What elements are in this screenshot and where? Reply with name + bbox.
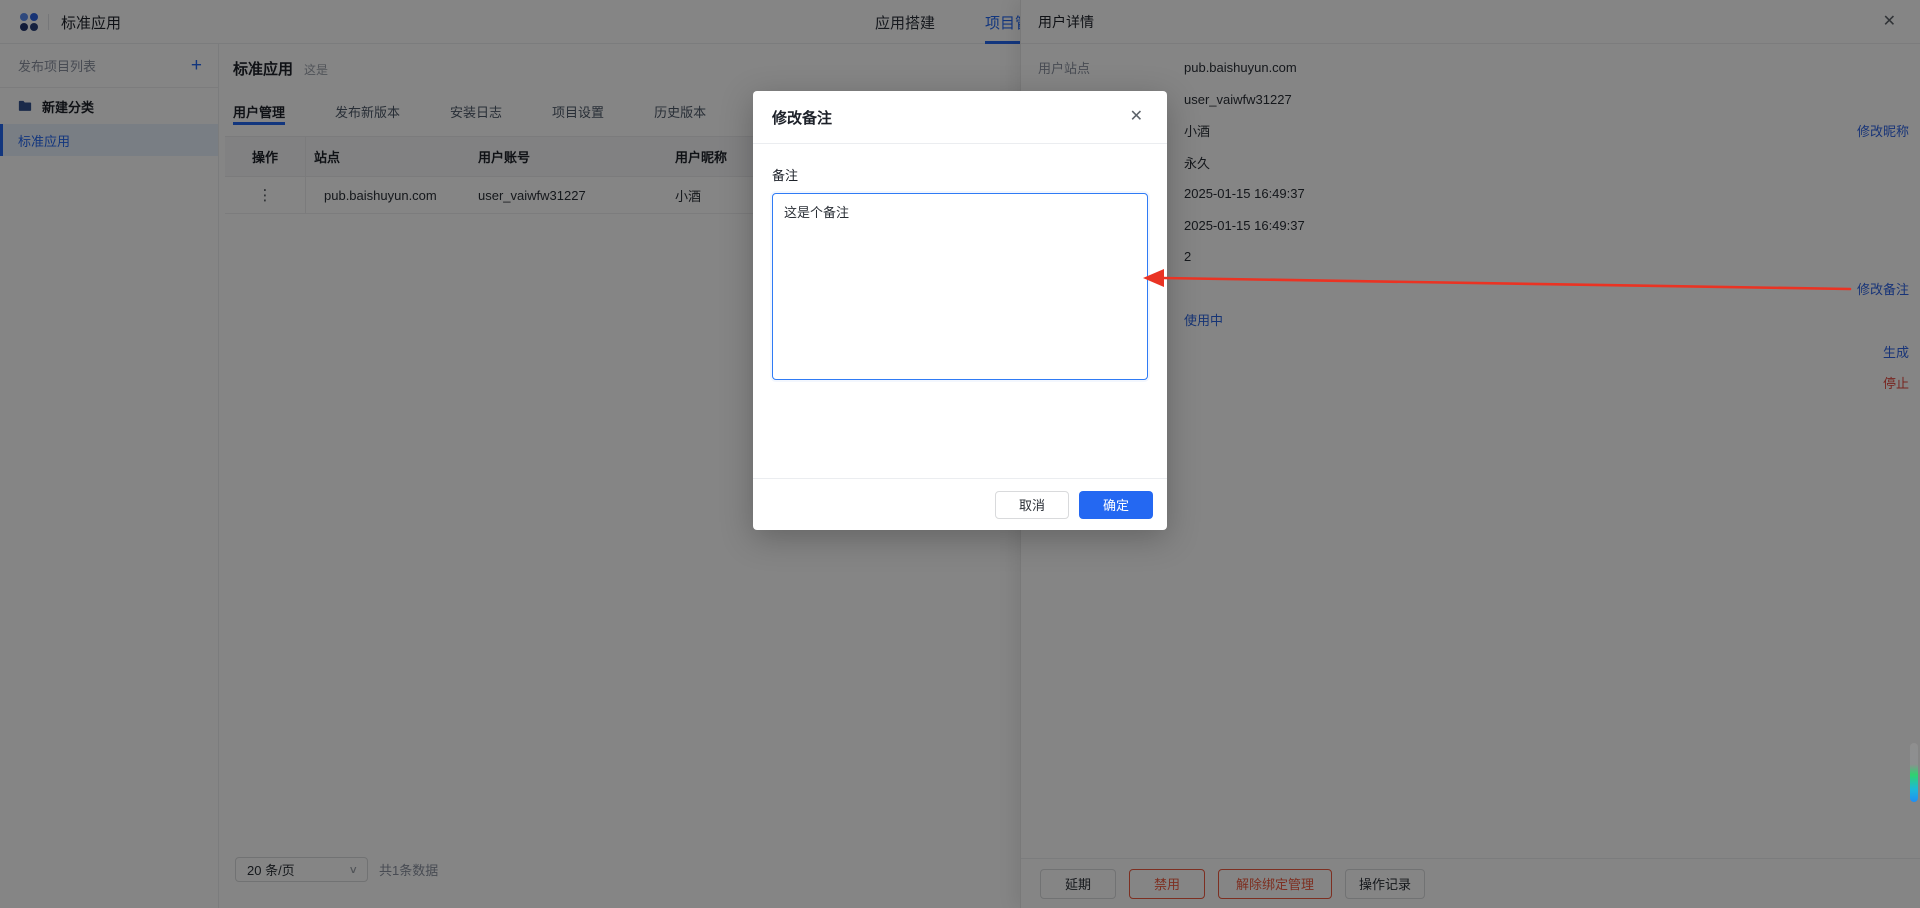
confirm-button[interactable]: 确定 — [1079, 491, 1153, 519]
modal-body: 备注 这是个备注 — [753, 144, 1167, 380]
remark-field-label: 备注 — [772, 165, 1148, 184]
modal-header: 修改备注 ✕ — [753, 91, 1167, 144]
modal-footer: 取消 确定 — [753, 478, 1167, 530]
cancel-button[interactable]: 取消 — [995, 491, 1069, 519]
edit-remark-modal: 修改备注 ✕ 备注 这是个备注 取消 确定 — [753, 91, 1167, 530]
modal-title: 修改备注 — [772, 107, 1130, 128]
modal-close-icon[interactable]: ✕ — [1130, 109, 1143, 125]
remark-textarea[interactable]: 这是个备注 — [772, 193, 1148, 380]
scrollbar-thumb[interactable] — [1910, 743, 1918, 802]
